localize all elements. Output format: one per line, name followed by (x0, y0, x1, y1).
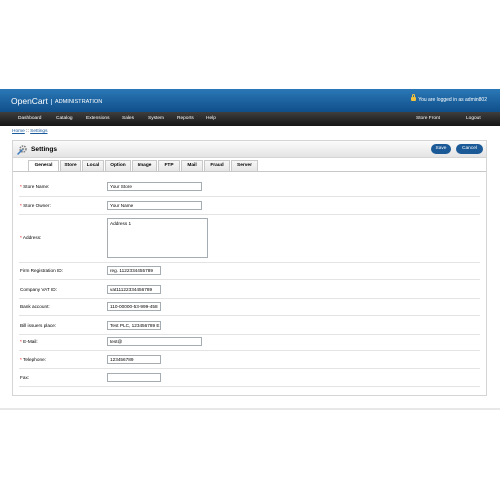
menu-logout[interactable]: Logout (466, 116, 481, 121)
menu-dashboard[interactable]: Dashboard (18, 116, 41, 121)
address-label: * Address: (20, 235, 42, 240)
firm-registration-input[interactable]: reg. 1122334455789 (107, 266, 161, 275)
bank-account-label: Bank account: (20, 304, 50, 309)
telephone-label: * Telephone: (20, 357, 46, 362)
company-vat-label: Company VAT ID: (20, 287, 57, 292)
tab-server[interactable]: Server (231, 160, 258, 171)
tab-mail[interactable]: Mail (181, 160, 203, 171)
settings-panel: Settings Save Cancel General Store Local… (12, 140, 487, 396)
fax-label: Fax: (20, 375, 30, 380)
cancel-button[interactable]: Cancel (456, 144, 483, 154)
login-text: You are logged in as admin802 (418, 97, 487, 103)
bill-issuers-place-label: Bill issuers place: (20, 323, 57, 328)
brand-name: OpenCart (11, 96, 48, 106)
menu-help[interactable]: Help (206, 116, 216, 121)
page-title: Settings (31, 146, 58, 153)
store-name-input[interactable]: Your Store (107, 182, 202, 191)
tab-local[interactable]: Local (82, 160, 104, 171)
menu-sales[interactable]: Sales (122, 116, 134, 121)
row-divider (19, 279, 480, 280)
row-divider (19, 262, 480, 263)
store-owner-label: * Store Owner: (20, 203, 51, 208)
address-textarea[interactable]: Address 1 (107, 218, 208, 258)
panel-header: Settings Save Cancel (13, 141, 486, 158)
menu-system[interactable]: System (148, 116, 164, 121)
row-divider (19, 298, 480, 299)
footer-divider (0, 408, 500, 410)
brand-subtitle: ADMINISTRATION (50, 99, 103, 105)
settings-gear-icon (17, 145, 27, 155)
menu-store-front[interactable]: Store Front (416, 116, 440, 121)
save-button[interactable]: Save (431, 144, 451, 154)
row-divider (19, 368, 480, 369)
row-divider (19, 350, 480, 351)
email-input[interactable]: test@ (107, 337, 202, 346)
row-divider (19, 334, 480, 335)
row-divider (19, 196, 480, 197)
telephone-input[interactable]: 123456789 (107, 355, 161, 364)
company-vat-input[interactable]: vat11122334456789 (107, 285, 161, 294)
store-owner-input[interactable]: Your Name (107, 201, 202, 210)
menu-reports[interactable]: Reports (177, 116, 194, 121)
breadcrumb-settings[interactable]: Settings (30, 129, 47, 134)
email-label: * E-Mail: (20, 339, 38, 344)
tab-fraud[interactable]: Fraud (204, 160, 230, 171)
breadcrumb-separator: :: (26, 129, 29, 134)
menu-catalog[interactable]: Catalog (56, 116, 73, 121)
row-divider (19, 386, 480, 387)
row-divider (19, 315, 480, 316)
logo[interactable]: OpenCart ADMINISTRATION (11, 96, 103, 106)
bank-account-input[interactable]: 110-00000-53-999-458 (107, 302, 161, 311)
breadcrumb-home[interactable]: Home (12, 129, 25, 134)
firm-registration-label: Firm Registration ID: (20, 268, 63, 273)
breadcrumb: Home :: Settings (12, 129, 48, 134)
tab-option[interactable]: Option (105, 160, 131, 171)
fax-input[interactable] (107, 373, 161, 382)
login-info: You are logged in as admin802 (411, 94, 487, 103)
bill-issuers-place-input[interactable]: Test PLC, 123456789 E (107, 321, 161, 330)
row-divider (19, 214, 480, 215)
tab-store[interactable]: Store (60, 160, 81, 171)
menu-extensions[interactable]: Extensions (86, 116, 109, 121)
tab-divider (13, 171, 486, 172)
tab-image[interactable]: Image (132, 160, 157, 171)
store-name-label: * Store Name: (20, 184, 50, 189)
lock-icon (411, 94, 417, 101)
tab-ftp[interactable]: FTP (158, 160, 180, 171)
